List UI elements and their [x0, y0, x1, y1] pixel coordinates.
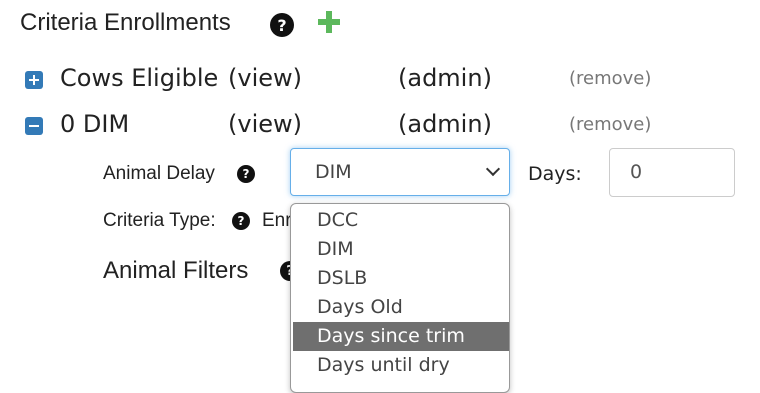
dropdown-option[interactable]: DSLB — [293, 264, 509, 293]
days-label: Days: — [528, 163, 582, 185]
animal-filters-heading: Animal Filters — [103, 257, 249, 284]
admin-link[interactable]: (admin) — [398, 110, 492, 138]
criteria-type-value: Enr — [262, 210, 292, 231]
animal-delay-select[interactable]: DIM — [290, 148, 510, 196]
collapse-icon[interactable] — [25, 117, 43, 135]
view-link[interactable]: (view) — [228, 64, 302, 92]
help-icon[interactable]: ? — [232, 212, 250, 230]
enrollment-name: 0 DIM — [60, 110, 130, 138]
add-icon[interactable] — [318, 11, 340, 33]
remove-link[interactable]: (remove) — [569, 68, 651, 89]
remove-link[interactable]: (remove) — [569, 114, 651, 135]
dropdown-option[interactable]: Days until dry — [293, 351, 509, 380]
dropdown-option[interactable]: DCC — [293, 206, 509, 235]
criteria-type-label: Criteria Type: — [103, 210, 216, 231]
help-icon[interactable]: ? — [270, 13, 294, 37]
dropdown-option[interactable]: Days Old — [293, 293, 509, 322]
page-title: Criteria Enrollments — [20, 9, 231, 36]
admin-link[interactable]: (admin) — [398, 64, 492, 92]
dropdown-option-highlighted[interactable]: Days since trim — [293, 322, 509, 351]
enrollment-name: Cows Eligible — [60, 64, 219, 92]
animal-delay-dropdown-list: DCC DIM DSLB Days Old Days since trim Da… — [290, 203, 510, 393]
help-icon[interactable]: ? — [237, 165, 255, 183]
days-input[interactable]: 0 — [609, 148, 735, 197]
animal-delay-label: Animal Delay — [103, 163, 215, 184]
expand-icon[interactable] — [25, 71, 43, 89]
view-link[interactable]: (view) — [228, 110, 302, 138]
dropdown-option[interactable]: DIM — [293, 235, 509, 264]
